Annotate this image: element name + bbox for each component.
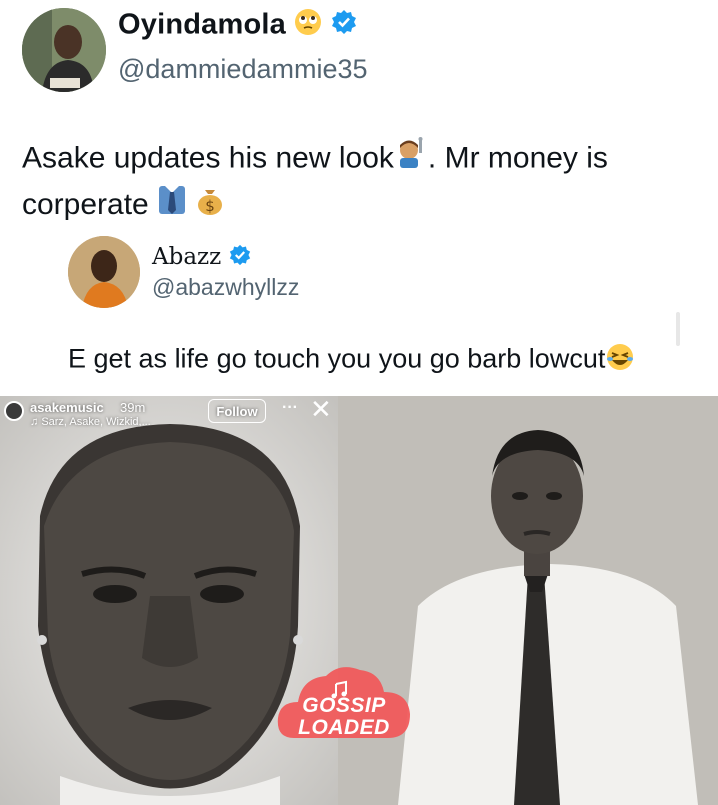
- laughing-emoji-icon: [605, 342, 635, 379]
- watermark-line1: GOSSIP: [302, 694, 386, 717]
- watermark-line2: LOADED: [298, 716, 390, 739]
- story-username[interactable]: asakemusic: [30, 400, 104, 415]
- haircut-emoji-icon: [394, 136, 428, 183]
- quote-author-avatar[interactable]: [68, 236, 140, 308]
- author-handle[interactable]: @dammiedammie35: [118, 54, 368, 85]
- tweet-text: Asake updates his new look. Mr money is …: [22, 136, 682, 229]
- svg-text:$: $: [206, 197, 216, 215]
- gossip-loaded-watermark: GOSSIP LOADED: [276, 658, 412, 746]
- music-icon: ♫: [30, 416, 42, 428]
- rolling-eyes-emoji-icon: [294, 8, 322, 44]
- author-display-name[interactable]: Oyindamola: [118, 8, 357, 44]
- quote-author-display-name[interactable]: Abazz: [152, 244, 251, 272]
- story-avatar[interactable]: [4, 401, 24, 421]
- quote-author-handle[interactable]: @abazwhyllzz: [152, 274, 299, 301]
- more-options-icon[interactable]: ···: [282, 399, 298, 417]
- follow-button[interactable]: Follow: [208, 399, 266, 423]
- story-music[interactable]: ♫ Sarz, Asake, Wizkid,...: [30, 416, 151, 428]
- tweet-media[interactable]: asakemusic 39m ♫ Sarz, Asake, Wizkid,...…: [0, 396, 718, 805]
- scrollbar-thumb[interactable]: [676, 312, 680, 346]
- author-avatar[interactable]: [22, 8, 106, 92]
- story-header: asakemusic 39m ♫ Sarz, Asake, Wizkid,...…: [0, 396, 338, 436]
- quote-text: E get as life go touch you you go barb l…: [68, 342, 635, 379]
- money-bag-emoji-icon: $: [195, 184, 225, 229]
- story-time: 39m: [120, 400, 146, 415]
- verified-badge-icon: [229, 244, 251, 272]
- necktie-emoji-icon: [157, 184, 187, 229]
- close-icon[interactable]: ✕: [310, 396, 332, 425]
- verified-badge-icon: [331, 9, 357, 43]
